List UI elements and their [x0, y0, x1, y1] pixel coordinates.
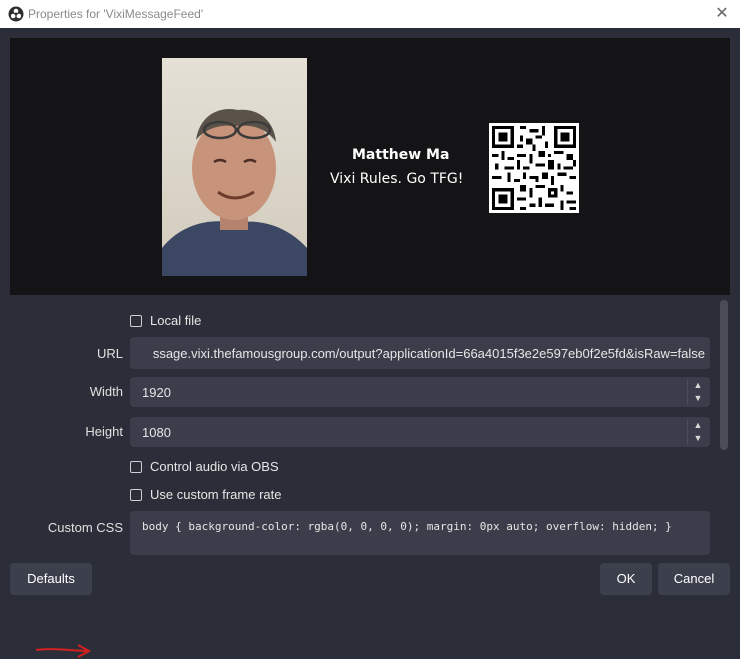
- height-increment-button[interactable]: ▲: [688, 419, 708, 432]
- message-text: Vixi Rules. Go TFG!: [330, 171, 464, 187]
- url-input[interactable]: ssage.vixi.thefamousgroup.com/output?app…: [130, 337, 710, 369]
- properties-form: Local file URL ssage.vixi.thefamousgroup…: [0, 300, 740, 658]
- close-icon[interactable]: ✕: [712, 4, 732, 24]
- url-value: ssage.vixi.thefamousgroup.com/output?app…: [152, 346, 705, 361]
- width-decrement-button[interactable]: ▼: [688, 392, 708, 405]
- control-audio-label: Control audio via OBS: [150, 459, 279, 474]
- width-label: Width: [89, 384, 123, 399]
- height-decrement-button[interactable]: ▼: [688, 432, 708, 445]
- profile-photo: [162, 58, 307, 276]
- local-file-option[interactable]: Local file: [130, 313, 201, 328]
- message-author: Matthew Ma: [352, 147, 450, 163]
- height-value: 1080: [142, 425, 171, 440]
- cancel-button[interactable]: Cancel: [658, 563, 730, 595]
- height-spin-buttons: ▲ ▼: [687, 419, 708, 445]
- custom-css-value: body { background-color: rgba(0, 0, 0, 0…: [142, 520, 672, 533]
- browser-source-preview: Matthew Ma Vixi Rules. Go TFG!: [10, 38, 730, 295]
- width-spinbox[interactable]: 1920 ▲ ▼: [130, 377, 710, 407]
- control-audio-checkbox[interactable]: [130, 460, 142, 473]
- custom-css-textarea[interactable]: body { background-color: rgba(0, 0, 0, 0…: [130, 511, 710, 555]
- custom-frame-rate-label: Use custom frame rate: [150, 487, 282, 502]
- width-spin-buttons: ▲ ▼: [687, 379, 708, 405]
- obs-logo-icon: [8, 6, 24, 22]
- height-label: Height: [85, 424, 123, 439]
- qr-code-icon: [489, 123, 579, 213]
- custom-frame-rate-option[interactable]: Use custom frame rate: [130, 487, 282, 502]
- width-increment-button[interactable]: ▲: [688, 379, 708, 392]
- width-value: 1920: [142, 385, 171, 400]
- url-label: URL: [96, 346, 123, 361]
- height-spinbox[interactable]: 1080 ▲ ▼: [130, 417, 710, 447]
- custom-css-label: Custom CSS: [47, 520, 123, 535]
- window-title: Properties for 'VixiMessageFeed': [28, 7, 204, 21]
- window-titlebar: Properties for 'VixiMessageFeed' ✕: [0, 0, 740, 28]
- custom-frame-rate-checkbox[interactable]: [130, 488, 142, 501]
- local-file-checkbox[interactable]: [130, 314, 142, 327]
- control-audio-option[interactable]: Control audio via OBS: [130, 459, 279, 474]
- local-file-label: Local file: [150, 313, 202, 328]
- ok-button[interactable]: OK: [600, 563, 652, 595]
- defaults-button[interactable]: Defaults: [10, 563, 92, 595]
- red-arrow-annotation: [35, 644, 92, 658]
- form-scrollbar[interactable]: [720, 300, 728, 450]
